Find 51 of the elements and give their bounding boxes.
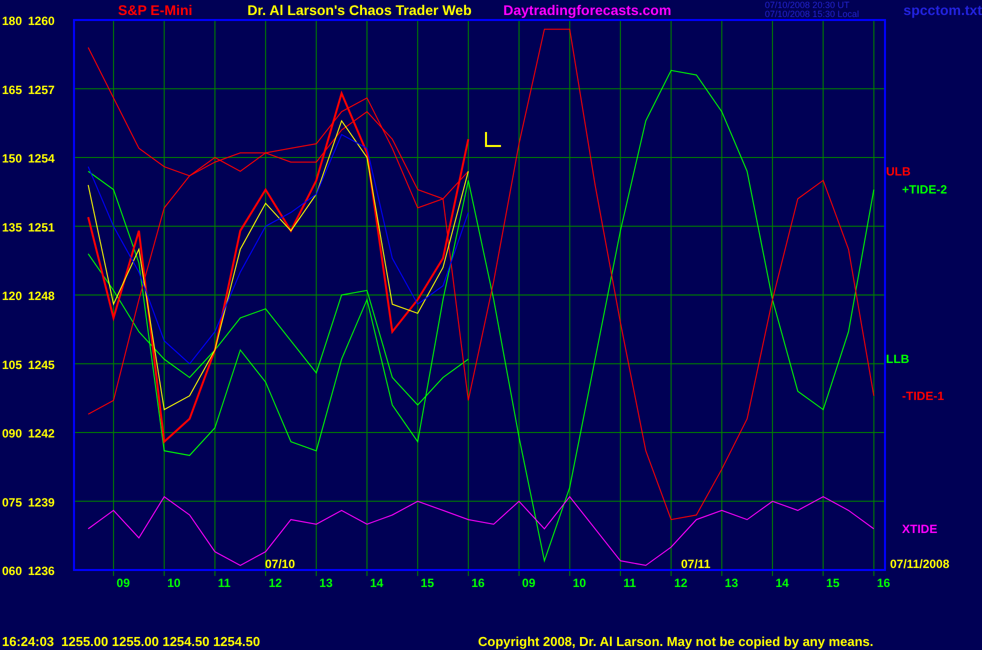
- y-tick-label: 120: [2, 289, 22, 303]
- x-tick-label: 10: [167, 576, 181, 590]
- file-name: spcctom.txt: [903, 0, 982, 20]
- y-tick-label: 075: [2, 495, 22, 510]
- x-tick-label: 15: [826, 576, 840, 590]
- x-tick-label: 14: [775, 576, 789, 590]
- series-label: +TIDE-2: [902, 182, 948, 197]
- y-tick-label: 060: [2, 564, 22, 578]
- price-label: 1260: [28, 14, 55, 28]
- x-tick-label: 11: [623, 576, 636, 590]
- x-tick-label: 12: [674, 576, 688, 590]
- site-title: Dr. Al Larson's Chaos Trader Web: [247, 0, 473, 20]
- x-tick-label: 13: [724, 576, 738, 590]
- copyright-text: Copyright 2008, Dr. Al Larson. May not be copied by any means.: [478, 633, 874, 650]
- site-link[interactable]: Daytradingforecasts.com: [503, 0, 765, 20]
- x-tick-label: 16: [471, 576, 485, 590]
- x-tick-label: 09: [116, 576, 130, 590]
- timestamp: 07/10/2008 20:30 UT: [764, 1, 850, 10]
- price-label: 1239: [28, 495, 55, 510]
- y-tick-label: 135: [2, 220, 22, 234]
- date-label: 07/11/2008: [890, 557, 950, 571]
- quote-readout: 16:24:03 1255.00 1255.00 1254.50 1254.50: [1, 633, 262, 650]
- price-label: 1257: [28, 82, 55, 97]
- instrument-name: S&P E-Mini: [118, 0, 194, 20]
- y-tick-label: 150: [2, 152, 22, 166]
- y-tick-label: 165: [2, 82, 22, 97]
- price-label: 1254: [28, 152, 55, 166]
- price-label: 1236: [28, 564, 55, 578]
- series-label: XTIDE: [902, 522, 938, 536]
- y-tick-label: 105: [2, 358, 22, 372]
- date-label: 07/11: [681, 557, 710, 571]
- price-label: 1248: [28, 289, 55, 303]
- x-tick-label: 10: [572, 576, 586, 590]
- x-tick-label: 13: [319, 576, 333, 590]
- x-tick-label: 15: [420, 576, 434, 590]
- y-tick-label: 090: [2, 426, 22, 440]
- timestamp: 07/10/2008 15:30 Local: [764, 10, 860, 19]
- marker-icon: [485, 132, 501, 147]
- series-label: ULB: [886, 164, 911, 178]
- series-label: LLB: [886, 352, 910, 366]
- x-tick-label: 09: [522, 576, 536, 590]
- date-label: 07/10: [265, 557, 296, 571]
- series-label: -TIDE-1: [902, 388, 944, 403]
- x-tick-label: 14: [370, 576, 384, 590]
- x-tick-label: 12: [268, 576, 282, 590]
- x-tick-label: 11: [218, 576, 231, 590]
- x-tick-label: 16: [876, 576, 890, 590]
- price-label: 1245: [28, 358, 55, 372]
- price-label: 1242: [28, 426, 55, 440]
- price-label: 1251: [28, 220, 55, 234]
- y-tick-label: 180: [2, 14, 22, 28]
